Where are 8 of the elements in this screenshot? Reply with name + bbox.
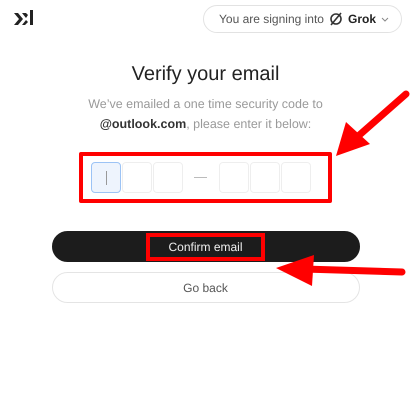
page-title: Verify your email: [132, 63, 280, 86]
annotation-frame: Confirm email: [146, 232, 264, 260]
confirm-button[interactable]: Confirm email: [52, 231, 360, 262]
code-digit-field[interactable]: [91, 162, 121, 193]
instruction-text: We’ve emailed a one time security code to @outlook.com, please enter it below:: [88, 96, 323, 133]
back-button[interactable]: Go back: [52, 272, 360, 303]
app-selector[interactable]: You are signing into Grok: [203, 5, 402, 33]
chevron-down-icon: [381, 16, 389, 22]
